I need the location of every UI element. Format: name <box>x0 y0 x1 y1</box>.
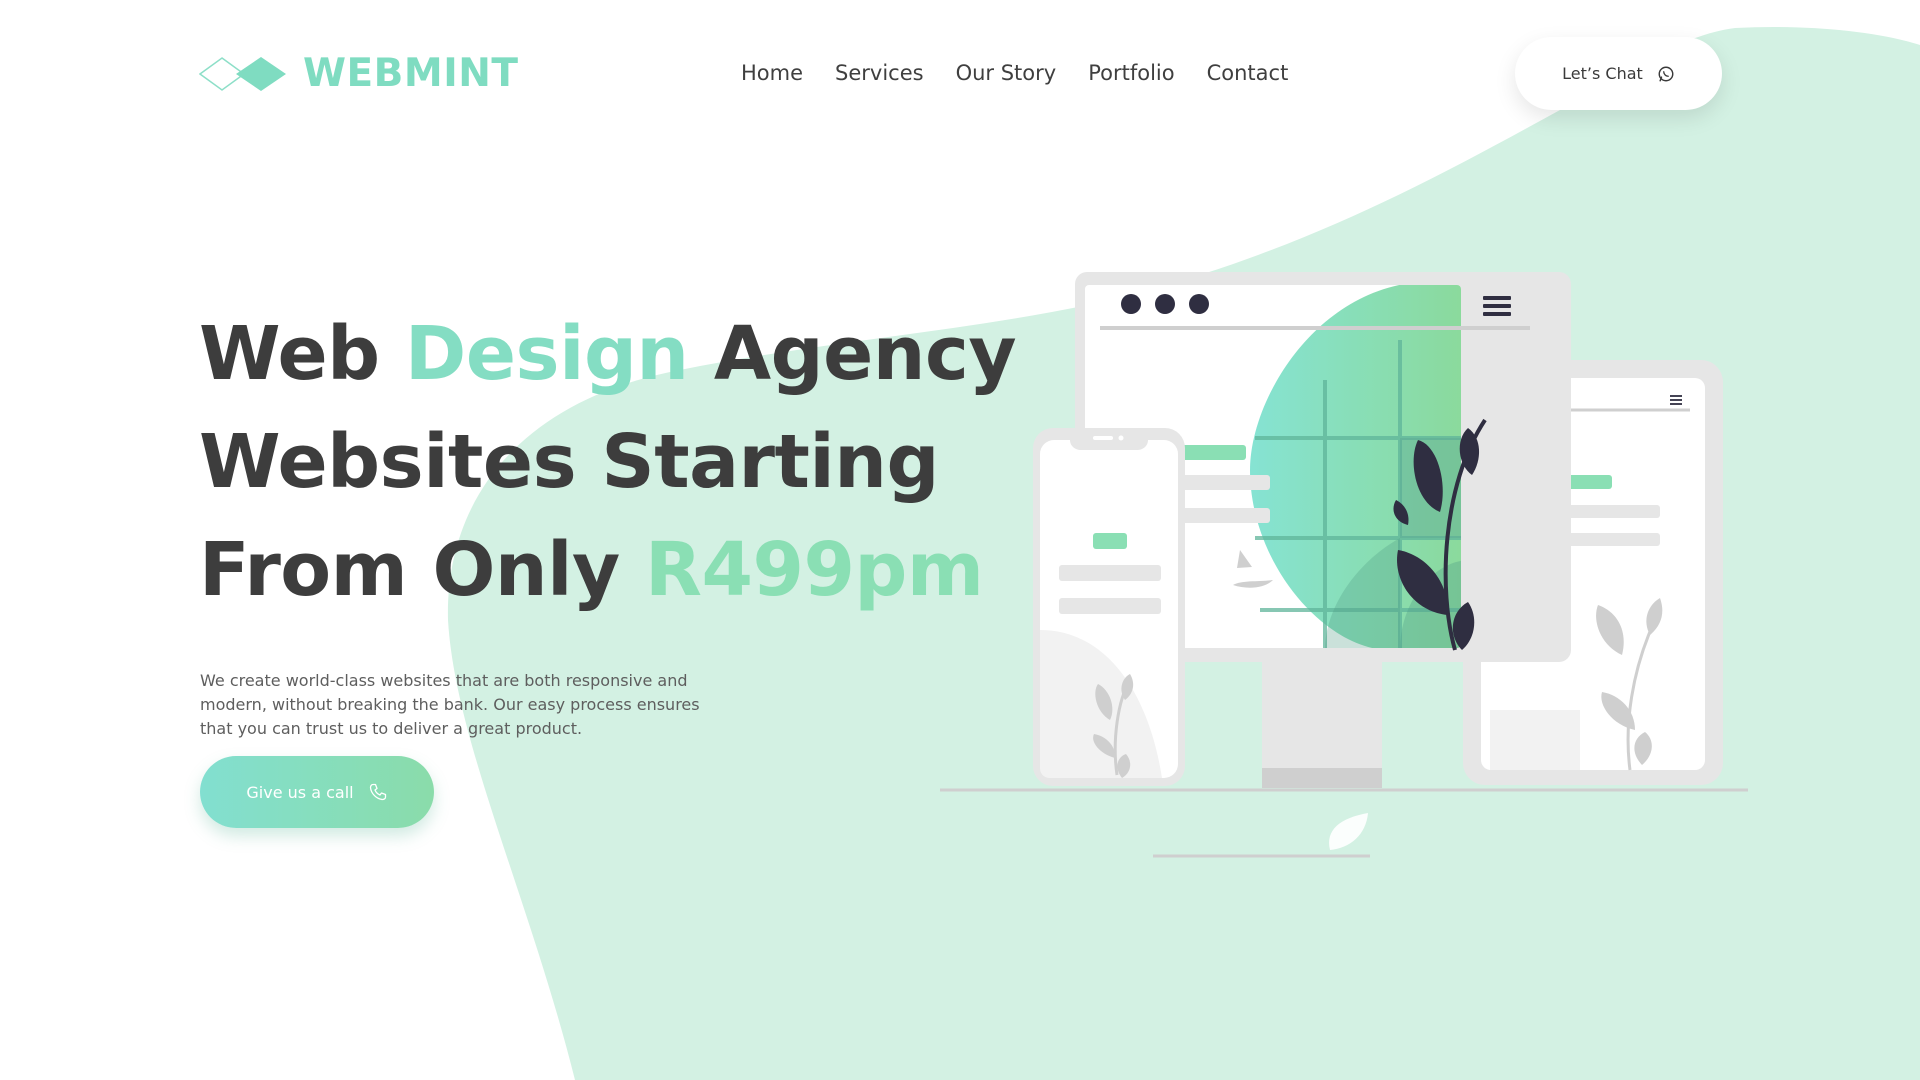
hero-price: R499pm <box>644 527 984 613</box>
nav-item-services[interactable]: Services <box>835 58 924 88</box>
give-us-a-call-button[interactable]: Give us a call <box>200 756 434 828</box>
leaf-decoration <box>1329 813 1368 850</box>
hero-line-1-accent: Design <box>404 311 689 397</box>
hero-line-3: From Only R499pm <box>199 516 1016 624</box>
nav-item-our-story[interactable]: Our Story <box>956 58 1057 88</box>
diamond-logo-icon <box>199 57 286 91</box>
hero-line-2: Websites Starting <box>199 419 939 505</box>
hero-heading: Web Design Agency Websites Starting From… <box>199 300 1017 624</box>
responsive-devices-illustration <box>940 272 1748 858</box>
hero-line-1: Web Design Agency <box>199 300 1017 408</box>
hero-line-1-part-2: Agency <box>688 311 1017 397</box>
whatsapp-icon <box>1658 66 1674 81</box>
hero-description: We create world-class websites that are … <box>200 671 700 738</box>
nav-item-home[interactable]: Home <box>741 58 803 88</box>
hero-line-3-part-1: From Only <box>199 527 645 613</box>
nav-item-portfolio[interactable]: Portfolio <box>1088 58 1174 88</box>
nav-item-contact[interactable]: Contact <box>1207 58 1289 88</box>
hero-line-1-part-1: Web <box>199 311 405 397</box>
phone-device <box>1033 428 1185 786</box>
lets-chat-button[interactable]: Let’s Chat <box>1515 37 1722 110</box>
brand-logo[interactable]: WEBMINT <box>199 52 518 96</box>
call-button-label: Give us a call <box>246 782 354 802</box>
phone-icon <box>369 783 386 801</box>
main-nav: Home Services Our Story Portfolio Contac… <box>741 58 1288 88</box>
brand-name: WEBMINT <box>303 51 519 96</box>
lets-chat-label: Let’s Chat <box>1562 64 1643 83</box>
